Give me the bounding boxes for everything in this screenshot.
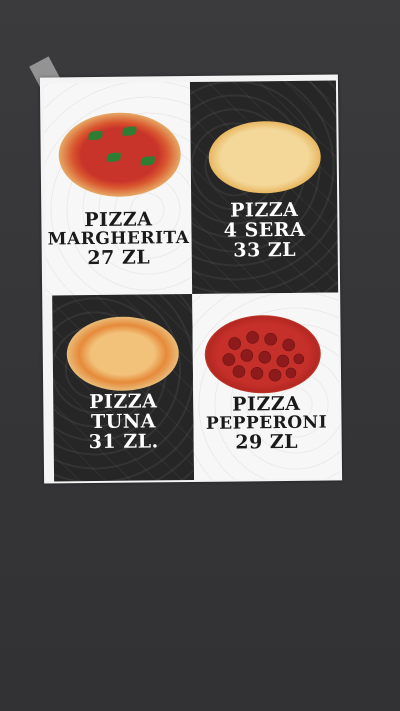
menu-item-4-sera: PIZZA 4 SERA 33 ZL bbox=[189, 80, 339, 294]
pizza-margherita-image bbox=[58, 112, 182, 198]
pizza-pepperoni-image bbox=[204, 314, 322, 394]
item-price: 33 ZL bbox=[233, 238, 297, 262]
menu-item-label: PIZZA PEPPERONI 29 ZL bbox=[193, 393, 340, 454]
menu-item-tuna: PIZZA TUNA 31 ZL. bbox=[52, 293, 195, 482]
item-price: 29 ZL bbox=[235, 430, 299, 454]
menu-poster: PIZZA MARGHERITA 27 ZL PIZZA 4 SERA 33 Z… bbox=[39, 74, 343, 484]
item-price: 27 ZL bbox=[87, 246, 151, 269]
pizza-4-sera-image bbox=[208, 120, 322, 194]
pizza-tuna-image bbox=[66, 316, 180, 392]
item-price: 31 ZL. bbox=[88, 430, 159, 453]
menu-item-pepperoni: PIZZA PEPPERONI 29 ZL bbox=[192, 292, 341, 480]
menu-item-label: PIZZA 4 SERA 33 ZL bbox=[191, 199, 338, 262]
menu-item-margherita: PIZZA MARGHERITA 27 ZL bbox=[43, 82, 193, 296]
pepperoni-slices bbox=[222, 331, 305, 382]
menu-item-label: PIZZA MARGHERITA 27 ZL bbox=[45, 208, 192, 269]
menu-item-label: PIZZA TUNA 31 ZL. bbox=[53, 390, 194, 453]
